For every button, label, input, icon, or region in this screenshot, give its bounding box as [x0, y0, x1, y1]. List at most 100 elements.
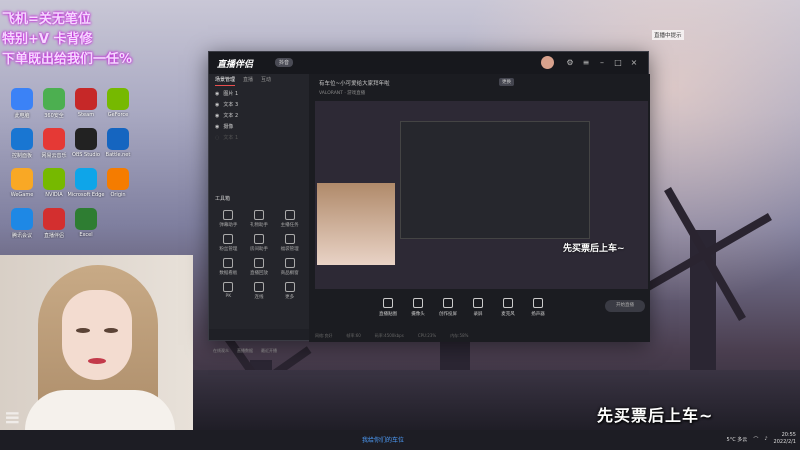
speaker-button[interactable]: 扬声器: [525, 298, 551, 317]
streamer-face: [62, 290, 132, 380]
record-button[interactable]: 录屏: [465, 298, 491, 317]
left-status-item[interactable]: 最近开播: [261, 348, 277, 354]
scene-label: 文本 2: [223, 113, 239, 119]
tool-button[interactable]: 粉丝管理: [213, 234, 244, 252]
app-icon: [11, 168, 33, 190]
eye-icon[interactable]: ◉: [215, 102, 219, 108]
preview-webcam: [317, 183, 395, 265]
tool-label: 连线: [254, 295, 264, 300]
overlay-line-3: 下单既出给我们一任%: [2, 52, 133, 67]
start-live-button[interactable]: 开始直播: [605, 300, 645, 312]
bottom-toolbar: 直播贴图 摄像头 创作投屏 录屏 麦克风 扬声器: [309, 296, 650, 324]
system-tray: 5°C 多云 ⌒ ♪ 20:55 2022/2/1: [727, 432, 796, 446]
scene-item[interactable]: ◉ 摄像: [209, 121, 309, 132]
volume-icon[interactable]: ♪: [764, 436, 767, 442]
app-icon: [107, 128, 129, 150]
tool-label: 礼物助手: [249, 223, 268, 228]
scene-item[interactable]: ◉ 文本 2: [209, 110, 309, 121]
close-icon[interactable]: ×: [629, 58, 639, 68]
tab-scenes[interactable]: 场景管理: [215, 76, 236, 86]
sticker-button[interactable]: 直播贴图: [375, 298, 401, 317]
desktop-icon[interactable]: Excel: [66, 208, 106, 238]
tool-button[interactable]: 更多: [274, 282, 305, 300]
camera-button[interactable]: 摄像头: [405, 298, 431, 317]
tab-interact[interactable]: 互动: [261, 76, 271, 86]
app-icon: [11, 128, 33, 150]
tool-button[interactable]: 商品橱窗: [274, 258, 305, 276]
left-status-item[interactable]: 直播数据: [237, 348, 253, 354]
tool-label: 商品橱窗: [280, 271, 299, 276]
microphone-icon: [503, 298, 513, 308]
tool-button[interactable]: 直播回放: [244, 258, 275, 276]
scene-item[interactable]: ◉ 文本 3: [209, 99, 309, 110]
main-panel: 有车位~小可爱给大家拜年啦 更换 VALORANT · 游戏直播 先买票后上车~…: [309, 74, 650, 342]
tool-icon: [223, 210, 234, 220]
desktop-icon[interactable]: Battle.net: [98, 128, 138, 158]
status-item: 帧率:60: [346, 333, 361, 338]
tool-icon: [284, 234, 295, 244]
eye-icon[interactable]: ◌: [215, 135, 219, 141]
tool-icon: [284, 210, 295, 220]
status-item: 网络:良好: [315, 333, 333, 338]
tool-label: 直播回放: [249, 271, 268, 276]
tools-title: 工具箱: [215, 196, 231, 202]
speaker-icon: [533, 298, 543, 308]
desktop-icon-label: GeForce: [107, 112, 129, 118]
record-icon: [473, 298, 483, 308]
app-titlebar[interactable]: 直播伴侣 抖音 ⚙ ≡ – □ ×: [209, 52, 648, 74]
settings-icon[interactable]: ⚙: [565, 58, 575, 68]
platform-badge[interactable]: 抖音: [275, 58, 294, 67]
desktop-icon[interactable]: GeForce: [98, 88, 138, 118]
screen-cast-button[interactable]: 创作投屏: [435, 298, 461, 317]
toolbar-label: 录屏: [473, 312, 483, 317]
microphone-button[interactable]: 麦克风: [495, 298, 521, 317]
desktop-icon-label: Origin: [110, 192, 126, 198]
eye-icon[interactable]: ◉: [215, 113, 219, 119]
lips: [88, 358, 106, 364]
toolbar-label: 摄像头: [411, 312, 425, 317]
status-item: 码率:4500kbps: [374, 333, 404, 338]
tool-button[interactable]: 弹幕助手: [213, 210, 244, 228]
camera-icon: [413, 298, 423, 308]
eye-icon[interactable]: ◉: [215, 124, 219, 130]
wifi-icon[interactable]: ⌒: [753, 436, 758, 443]
desktop-icon[interactable]: Origin: [98, 168, 138, 198]
left-status-item[interactable]: 在线观众: [213, 348, 229, 354]
tool-button[interactable]: 数据看板: [213, 258, 244, 276]
maximize-icon[interactable]: □: [613, 58, 623, 68]
scene-label: 摄像: [223, 124, 234, 130]
menu-icon[interactable]: ≡: [581, 58, 591, 68]
toolbar-label: 麦克风: [501, 312, 515, 317]
tool-icon: [223, 234, 234, 244]
minimize-icon[interactable]: –: [597, 58, 607, 68]
eye-icon[interactable]: ◉: [215, 91, 219, 97]
tool-button[interactable]: 礼物助手: [244, 210, 275, 228]
tool-label: PK: [225, 294, 232, 299]
app-icon: [11, 88, 33, 110]
weather-text[interactable]: 5°C 多云: [727, 436, 748, 443]
tool-button[interactable]: 主播任务: [274, 210, 305, 228]
user-avatar[interactable]: [541, 56, 554, 69]
tool-label: 更多: [285, 295, 295, 300]
app-icon: [75, 208, 97, 230]
live-companion-window[interactable]: 直播伴侣 抖音 ⚙ ≡ – □ × 场景管理 直播 互动 ◉ 图片 1 ◉ 文本 3…: [208, 51, 650, 353]
tool-button[interactable]: 房间助手: [244, 234, 275, 252]
tool-button[interactable]: PK: [213, 282, 244, 300]
scene-item[interactable]: ◉ 图片 1: [209, 88, 309, 99]
change-title-button[interactable]: 更换: [499, 78, 514, 86]
tools-grid: 弹幕助手 礼物助手 主播任务 粉丝管理 房间助手 福袋管理 数据看板 直播回放 …: [213, 210, 305, 300]
stream-overlay-text: 飞机=关无笔位 特别+V 卡背修 下单既出给我们一任%: [2, 10, 132, 70]
tool-icon: [253, 282, 264, 292]
stream-preview[interactable]: 先买票后上车~: [315, 101, 648, 289]
clock[interactable]: 20:55 2022/2/1: [774, 432, 796, 446]
tab-live[interactable]: 直播: [243, 76, 253, 86]
webcam-feed: ≡: [0, 255, 193, 440]
tool-icon: [253, 234, 264, 244]
sticker-icon: [383, 298, 393, 308]
tool-label: 房间助手: [249, 247, 268, 252]
scene-item[interactable]: ◌ 文本 1: [209, 132, 309, 143]
tool-button[interactable]: 连线: [244, 282, 275, 300]
tool-button[interactable]: 福袋管理: [274, 234, 305, 252]
game-category[interactable]: VALORANT · 游戏直播: [319, 90, 365, 96]
app-logo: 直播伴侣: [217, 60, 254, 70]
